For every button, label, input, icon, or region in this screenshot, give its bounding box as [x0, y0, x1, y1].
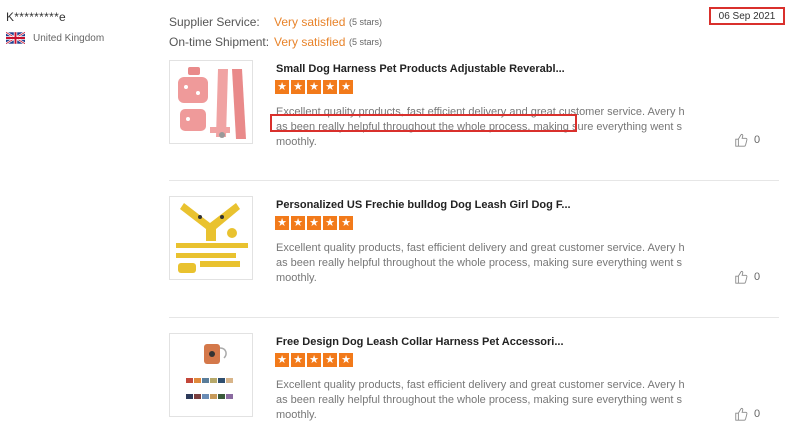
like-button[interactable]: 0: [734, 270, 760, 284]
uk-flag-icon: [6, 32, 25, 44]
highlight-box: [270, 114, 577, 132]
product-title[interactable]: Free Design Dog Leash Collar Harness Pet…: [276, 336, 564, 348]
like-count: 0: [754, 408, 761, 420]
star-icon: ★: [307, 216, 321, 230]
rating-on-time-shipment: On-time Shipment: Very satisfied (5 star…: [169, 32, 382, 52]
star-icon: ★: [307, 353, 321, 367]
star-icon: ★: [275, 80, 289, 94]
rating-stars-text: (5 stars): [349, 17, 383, 27]
reviewer-info: K*********e United Kingdom: [6, 10, 104, 44]
pink-harness-set-image[interactable]: [169, 60, 253, 144]
star-icon: ★: [307, 80, 321, 94]
review-text: Excellent quality products, fast efficie…: [276, 242, 685, 284]
rating-supplier-service: Supplier Service: Very satisfied (5 star…: [169, 12, 382, 32]
rating-value: Very satisfied: [274, 35, 346, 49]
star-icon: ★: [339, 353, 353, 367]
star-icon: ★: [275, 216, 289, 230]
divider: [169, 317, 779, 318]
rating-label: On-time Shipment:: [169, 35, 270, 49]
review-date: 06 Sep 2021: [709, 7, 785, 25]
rating-value: Very satisfied: [274, 15, 346, 29]
star-icon: ★: [291, 353, 305, 367]
star-icon: ★: [339, 80, 353, 94]
like-count: 0: [754, 134, 761, 146]
like-count: 0: [754, 271, 761, 283]
star-icon: ★: [291, 80, 305, 94]
thumbs-up-icon: [735, 407, 748, 421]
review-text: Excellent quality products, fast efficie…: [276, 379, 685, 421]
star-rating: ★ ★ ★ ★ ★: [275, 80, 355, 94]
thumbs-up-icon: [735, 270, 748, 284]
rating-label: Supplier Service:: [169, 15, 260, 29]
star-icon: ★: [275, 353, 289, 367]
country-name: United Kingdom: [33, 32, 105, 44]
product-title[interactable]: Personalized US Frechie bulldog Dog Leas…: [276, 199, 571, 211]
like-button[interactable]: 0: [734, 133, 760, 147]
star-icon: ★: [291, 216, 305, 230]
thumbs-up-icon: [735, 133, 748, 147]
product-title[interactable]: Small Dog Harness Pet Products Adjustabl…: [276, 63, 565, 75]
like-button[interactable]: 0: [734, 407, 760, 421]
poop-bag-holder-image[interactable]: [169, 333, 253, 417]
star-icon: ★: [339, 216, 353, 230]
rating-stars-text: (5 stars): [349, 37, 383, 47]
yellow-harness-set-image[interactable]: [169, 196, 253, 280]
divider: [169, 180, 779, 181]
reviewer-name: K*********e: [6, 10, 67, 24]
star-rating: ★ ★ ★ ★ ★: [275, 216, 355, 230]
star-rating: ★ ★ ★ ★ ★: [275, 353, 355, 367]
supplier-ratings: Supplier Service: Very satisfied (5 star…: [169, 12, 382, 52]
star-icon: ★: [323, 80, 337, 94]
star-icon: ★: [323, 216, 337, 230]
star-icon: ★: [323, 353, 337, 367]
reviewer-country: United Kingdom: [6, 32, 104, 44]
